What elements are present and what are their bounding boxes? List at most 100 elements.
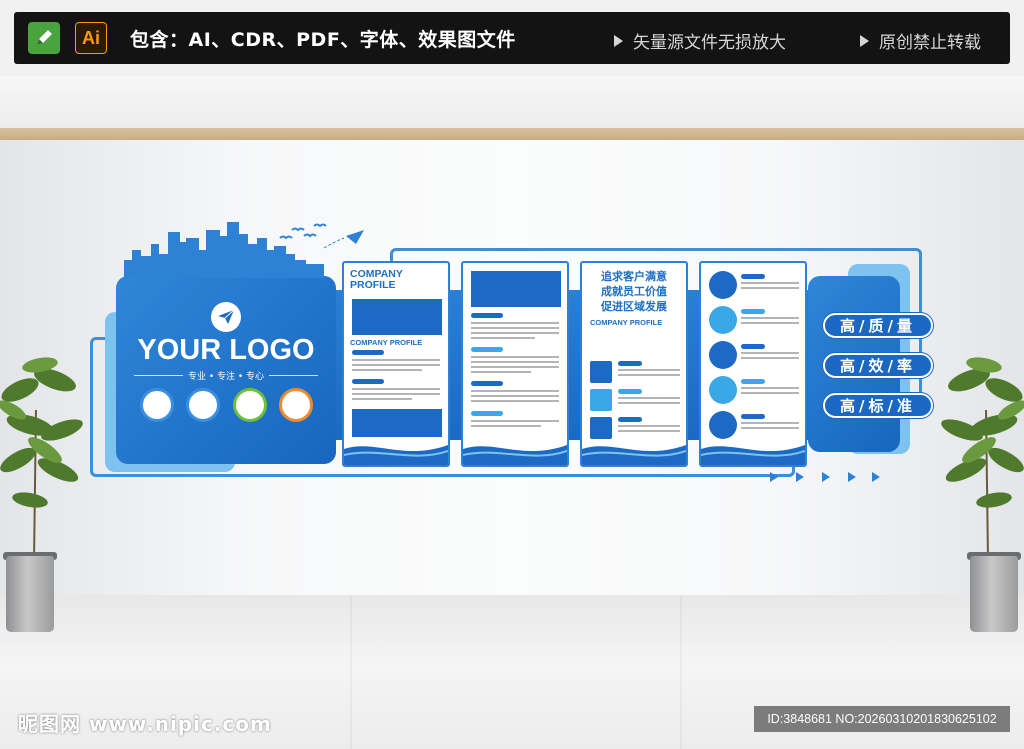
text-line	[471, 361, 559, 363]
heading-bar	[471, 411, 503, 416]
heading-bar	[741, 379, 765, 384]
values-line: 促进区域发展	[601, 300, 667, 313]
text-line	[352, 359, 440, 361]
image-placeholder	[471, 271, 561, 307]
image-placeholder	[352, 299, 442, 335]
heading-bar	[471, 313, 503, 318]
floor-seam	[350, 595, 352, 749]
photo-circle	[140, 388, 174, 422]
text-line	[471, 332, 559, 334]
heading-bar	[741, 309, 765, 314]
values-heading: 追求客户满意 成就员工价值 促进区域发展	[582, 269, 686, 314]
text-line	[741, 282, 799, 284]
divider	[269, 374, 318, 376]
photo-circle	[709, 376, 737, 404]
panel-values: 追求客户满意 成就员工价值 促进区域发展 COMPANY PROFILE	[580, 261, 688, 467]
flower-pot	[970, 556, 1018, 632]
top-banner: Ai 包含：AI、CDR、PDF、字体、效果图文件 矢量源文件无损放大 原创禁止…	[0, 0, 1024, 76]
panel-circles	[699, 261, 807, 467]
site-watermark: 昵图网 www.nipic.com	[18, 712, 272, 736]
image-id-badge: ID:3848681 NO:20260310201830625102	[754, 706, 1010, 732]
photo-circle	[709, 411, 737, 439]
formats-text: 包含：AI、CDR、PDF、字体、效果图文件	[130, 29, 516, 51]
heading-bar	[352, 350, 384, 355]
text-line	[471, 327, 559, 329]
note-original: 原创禁止转载	[860, 28, 981, 53]
image-placeholder	[352, 409, 442, 437]
text-line	[352, 369, 422, 371]
label-standard: 高/标/准	[823, 393, 933, 418]
values-line: 追求客户满意	[601, 270, 667, 283]
label-quality: 高/质/量	[823, 313, 933, 338]
illustrator-icon: Ai	[75, 22, 107, 54]
text-line	[471, 395, 559, 397]
heading-bar	[618, 417, 642, 422]
play-icon	[860, 34, 869, 47]
text-line	[471, 322, 559, 324]
heading-bar	[741, 274, 765, 279]
text-line	[471, 425, 541, 427]
photo-circle	[279, 388, 313, 422]
text-line	[741, 392, 799, 394]
panel-text	[461, 261, 569, 467]
text-line	[618, 374, 680, 376]
arrow-icon	[872, 472, 880, 482]
text-line	[352, 364, 440, 366]
wave-decoration	[582, 445, 686, 465]
arrow-icon	[796, 472, 804, 482]
text-line	[618, 425, 680, 427]
photo-circle	[709, 341, 737, 369]
text-line	[471, 366, 559, 368]
heading-bar	[741, 414, 765, 419]
banner-bar: Ai 包含：AI、CDR、PDF、字体、效果图文件 矢量源文件无损放大 原创禁止…	[14, 12, 1010, 64]
panel-title: COMPANY PROFILE	[350, 268, 403, 291]
ceiling	[0, 76, 1024, 130]
potted-plant-icon	[0, 357, 83, 560]
text-line	[741, 357, 799, 359]
heading-bar	[618, 389, 642, 394]
text-line	[618, 369, 680, 371]
heading-bar	[618, 361, 642, 366]
heading-bar	[471, 347, 503, 352]
wave-decoration	[463, 445, 567, 465]
icon-square	[590, 389, 612, 411]
wave-decoration	[701, 445, 805, 465]
photo-circle	[233, 388, 267, 422]
text-line	[471, 337, 535, 339]
text-line	[741, 317, 799, 319]
icon-square	[590, 417, 612, 439]
text-line	[352, 393, 440, 395]
text-line	[618, 430, 680, 432]
text-line	[741, 387, 799, 389]
note-vector: 矢量源文件无损放大	[614, 28, 786, 53]
paper-plane-icon	[211, 302, 241, 332]
text-line	[741, 352, 799, 354]
text-line	[741, 287, 799, 289]
note-original-text: 原创禁止转载	[879, 33, 981, 53]
wave-decoration	[344, 445, 448, 465]
arrow-icon	[848, 472, 856, 482]
text-line	[471, 356, 559, 358]
text-line	[471, 390, 559, 392]
logo-text: YOUR LOGO	[137, 334, 315, 366]
slogan-row: 专业 • 专注 • 专心	[134, 368, 318, 382]
heading-bar	[471, 381, 503, 386]
values-line: 成就员工价值	[601, 285, 667, 298]
text-line	[352, 398, 412, 400]
flower-pot	[6, 556, 54, 632]
icon-square	[590, 361, 612, 383]
floor-seam	[680, 595, 682, 749]
photo-circle	[709, 271, 737, 299]
panel-company-profile: COMPANY PROFILE COMPANY PROFILE	[342, 261, 450, 467]
text-line	[352, 388, 440, 390]
text-line	[741, 322, 799, 324]
text-line	[618, 397, 680, 399]
arrow-icon	[822, 472, 830, 482]
city-skyline-icon	[124, 222, 364, 278]
photo-circle	[186, 388, 220, 422]
text-line	[471, 371, 531, 373]
text-line	[471, 400, 559, 402]
text-line	[741, 422, 799, 424]
pen-icon	[28, 22, 60, 54]
heading-bar	[741, 344, 765, 349]
